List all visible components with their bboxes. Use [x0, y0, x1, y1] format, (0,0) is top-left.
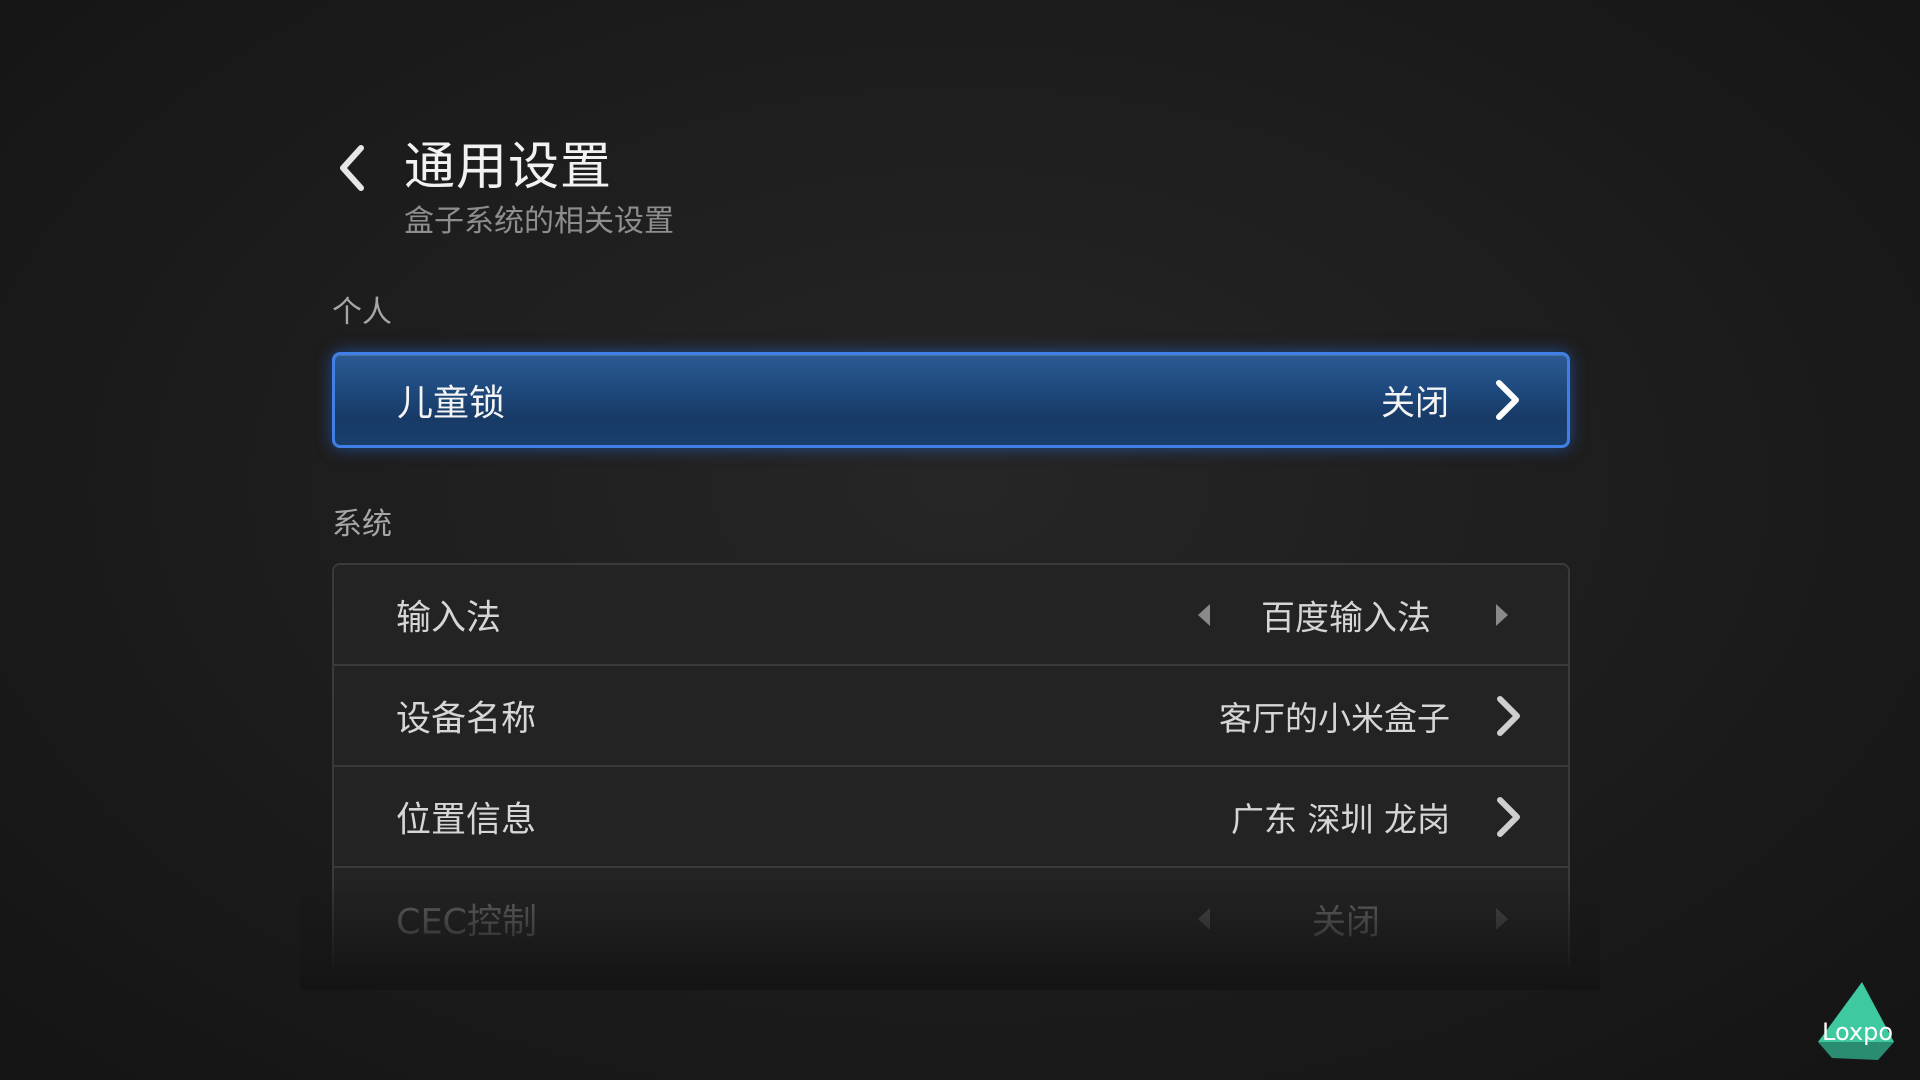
page-subtitle: 盒子系统的相关设置	[404, 204, 674, 239]
watermark-text: Loxpo	[1822, 1018, 1894, 1046]
setting-device-name-value: 客厅的小米盒子	[1219, 698, 1450, 738]
section-label-personal: 个人	[332, 295, 392, 330]
setting-cec-control-value: 关闭	[1312, 902, 1380, 942]
page-title: 通用设置	[404, 138, 613, 197]
arrow-right-icon[interactable]	[1496, 907, 1508, 930]
arrow-left-icon[interactable]	[1198, 907, 1210, 930]
setting-child-lock-label: 儿童锁	[397, 383, 506, 424]
setting-location-value: 广东 深圳 龙岗	[1231, 799, 1450, 839]
chevron-right-icon	[1497, 796, 1520, 837]
setting-child-lock[interactable]: 儿童锁 关闭	[332, 352, 1570, 448]
system-settings-list: 输入法 百度输入法 设备名称 客厅的小米盒子 位置信息 广东 深圳 龙岗 CEC…	[332, 563, 1570, 967]
chevron-right-icon	[1497, 695, 1520, 736]
setting-location-label: 位置信息	[396, 800, 537, 840]
setting-input-method[interactable]: 输入法 百度输入法	[334, 565, 1568, 666]
setting-input-method-value: 百度输入法	[1261, 598, 1431, 638]
arrow-left-icon[interactable]	[1198, 603, 1210, 626]
chevron-right-icon	[1496, 380, 1519, 420]
watermark-logo: Loxpo	[1812, 980, 1896, 1064]
setting-device-name[interactable]: 设备名称 客厅的小米盒子	[334, 666, 1568, 767]
setting-device-name-label: 设备名称	[396, 699, 537, 739]
setting-input-method-label: 输入法	[396, 598, 502, 638]
setting-cec-control[interactable]: CEC控制 关闭	[334, 868, 1568, 967]
chevron-left-icon	[340, 145, 364, 191]
arrow-right-icon[interactable]	[1496, 603, 1508, 626]
setting-cec-control-label: CEC控制	[396, 902, 537, 942]
setting-child-lock-value: 关闭	[1381, 383, 1449, 424]
setting-location[interactable]: 位置信息 广东 深圳 龙岗	[334, 767, 1568, 868]
back-button[interactable]	[330, 142, 374, 194]
settings-screen: 通用设置 盒子系统的相关设置 个人 儿童锁 关闭 系统 输入法 百度输入法 设备…	[0, 0, 1920, 1080]
section-label-system: 系统	[332, 507, 392, 542]
